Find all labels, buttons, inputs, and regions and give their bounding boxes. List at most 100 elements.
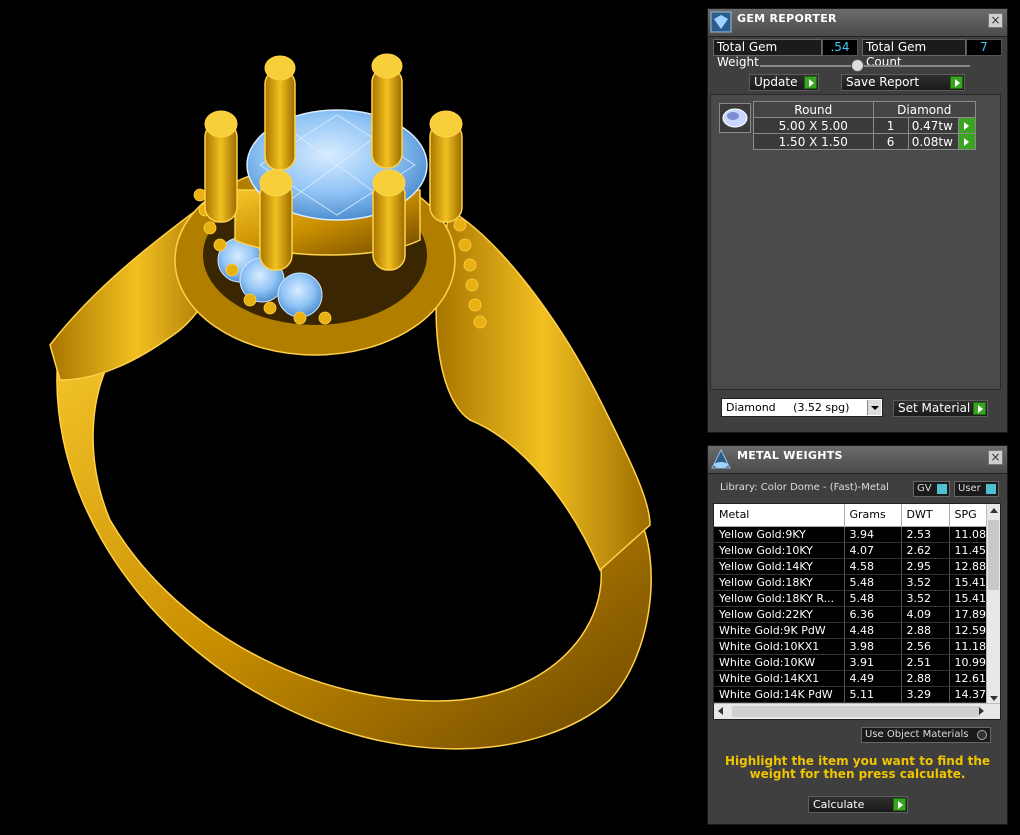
calculate-button-label: Calculate [813, 798, 865, 811]
scroll-left-icon[interactable] [718, 707, 723, 715]
gem-reporter-title: GEM REPORTER [737, 12, 837, 25]
gem-table: Round Diamond 5.00 X 5.00 1 0.47tw 1.50 … [753, 101, 977, 150]
ring-render [49, 53, 652, 750]
play-icon[interactable] [957, 133, 977, 150]
metal-name-cell: Yellow Gold:14KY [714, 558, 845, 575]
use-object-materials-label: Use Object Materials [865, 729, 969, 740]
table-row[interactable]: Yellow Gold:10KY 4.07 2.62 11.45 [714, 542, 997, 559]
dwt-cell: 3.29 [901, 686, 950, 703]
toggle-knob [986, 484, 996, 494]
use-object-materials-toggle[interactable]: Use Object Materials [861, 727, 991, 743]
gem-table-header: Round Diamond [753, 101, 977, 118]
metal-weights-title: METAL WEIGHTS [737, 449, 843, 462]
dwt-cell: 2.51 [901, 654, 950, 671]
slider-handle[interactable] [851, 59, 864, 72]
metal-name-cell: White Gold:14K PdW [714, 686, 845, 703]
column-header-dwt[interactable]: DWT [901, 504, 950, 527]
chevron-down-icon[interactable] [867, 400, 881, 415]
metal-weights-logo-icon [710, 448, 732, 470]
calculate-button[interactable]: Calculate [808, 796, 908, 813]
scroll-down-icon[interactable] [990, 696, 998, 701]
metal-name-cell: Yellow Gold:22KY [714, 606, 845, 623]
table-row[interactable]: Yellow Gold:22KY 6.36 4.09 17.89 [714, 606, 997, 623]
table-row[interactable]: White Gold:9K PdW 4.48 2.88 12.59 [714, 622, 997, 639]
play-icon [893, 798, 906, 811]
close-icon[interactable]: × [988, 13, 1003, 28]
grams-cell: 3.91 [844, 654, 902, 671]
gv-toggle[interactable]: GV [913, 481, 950, 497]
table-row[interactable]: Yellow Gold:9KY 3.94 2.53 11.08 [714, 526, 997, 543]
column-header-metal[interactable]: Metal [714, 504, 845, 527]
grams-cell: 4.58 [844, 558, 902, 575]
grams-cell: 6.36 [844, 606, 902, 623]
total-gem-weight-value: .54 [822, 39, 858, 56]
material-select[interactable]: Diamond (3.52 spg) [721, 398, 883, 417]
scroll-thumb[interactable] [732, 706, 980, 717]
dwt-cell: 2.88 [901, 670, 950, 687]
dwt-cell: 2.53 [901, 526, 950, 543]
dwt-cell: 3.52 [901, 574, 950, 591]
grams-cell: 4.49 [844, 670, 902, 687]
gem-reporter-header[interactable]: GEM REPORTER × [708, 9, 1007, 37]
table-row[interactable]: Yellow Gold:14KY 4.58 2.95 12.88 [714, 558, 997, 575]
calculate-hint: Highlight the item you want to find the … [724, 754, 991, 781]
vertical-scrollbar[interactable] [986, 504, 1000, 705]
round-gem-icon[interactable] [719, 103, 751, 133]
close-icon[interactable]: × [988, 450, 1003, 465]
column-header-grams[interactable]: Grams [844, 504, 902, 527]
gem-row[interactable]: 5.00 X 5.00 1 0.47tw [753, 117, 977, 134]
scroll-thumb[interactable] [988, 520, 999, 590]
table-row[interactable]: Yellow Gold:18KY R... 5.48 3.52 15.41 [714, 590, 997, 607]
metal-table: Metal Grams DWT SPG Yellow Gold:9KY 3.94 2… [714, 504, 997, 703]
library-label: Library: Color Dome - (Fast)-Metal [720, 482, 889, 493]
play-icon [973, 402, 986, 415]
total-gem-count-value: 7 [966, 39, 1002, 56]
set-material-button-label: Set Material [898, 401, 971, 415]
grams-cell: 5.48 [844, 590, 902, 607]
material-select-value: Diamond (3.52 spg) [726, 401, 850, 414]
play-icon[interactable] [957, 117, 977, 134]
table-row[interactable]: White Gold:10KX1 3.98 2.56 11.18 [714, 638, 997, 655]
save-report-button-label: Save Report [846, 75, 920, 89]
save-report-button[interactable]: Save Report [841, 74, 965, 91]
user-toggle[interactable]: User [954, 481, 999, 497]
grams-cell: 4.48 [844, 622, 902, 639]
metal-table-container[interactable]: Metal Grams DWT SPG Yellow Gold:9KY 3.94 2… [713, 503, 1001, 720]
metal-table-header: Metal Grams DWT SPG [714, 504, 997, 527]
scroll-up-icon[interactable] [990, 508, 998, 513]
dwt-cell: 2.62 [901, 542, 950, 559]
table-row[interactable]: White Gold:14K PdW 5.11 3.29 14.37 [714, 686, 997, 703]
metal-name-cell: White Gold:14KX1 [714, 670, 845, 687]
horizontal-scrollbar[interactable] [714, 703, 1000, 719]
scroll-right-icon[interactable] [979, 707, 984, 715]
gem-tw: 0.08tw [907, 133, 959, 150]
dwt-cell: 2.56 [901, 638, 950, 655]
play-icon [804, 76, 817, 89]
metal-name-cell: Yellow Gold:10KY [714, 542, 845, 559]
dwt-cell: 3.52 [901, 590, 950, 607]
slider-track[interactable] [760, 65, 970, 67]
update-button[interactable]: Update [749, 74, 819, 91]
dwt-cell: 2.88 [901, 622, 950, 639]
gem-size: 1.50 X 1.50 [753, 133, 874, 150]
toggle-knob [937, 484, 947, 494]
update-button-label: Update [754, 75, 798, 89]
gem-quantity: 1 [872, 117, 909, 134]
gem-row[interactable]: 1.50 X 1.50 6 0.08tw [753, 133, 977, 150]
metal-name-cell: Yellow Gold:9KY [714, 526, 845, 543]
gem-quantity: 6 [872, 133, 909, 150]
user-toggle-label: User [958, 483, 981, 494]
metal-weights-header[interactable]: METAL WEIGHTS × [708, 446, 1007, 474]
3d-viewport[interactable] [0, 0, 700, 835]
metal-name-cell: White Gold:10KX1 [714, 638, 845, 655]
table-row[interactable]: Yellow Gold:18KY 5.48 3.52 15.41 [714, 574, 997, 591]
gem-header-type: Diamond [872, 101, 977, 118]
table-row[interactable]: White Gold:10KW 3.91 2.51 10.99 [714, 654, 997, 671]
table-row[interactable]: White Gold:14KX1 4.49 2.88 12.61 [714, 670, 997, 687]
grams-cell: 4.07 [844, 542, 902, 559]
set-material-button[interactable]: Set Material [893, 400, 988, 417]
grams-cell: 3.94 [844, 526, 902, 543]
gv-toggle-label: GV [917, 483, 932, 494]
gem-tw: 0.47tw [907, 117, 959, 134]
grams-cell: 5.48 [844, 574, 902, 591]
